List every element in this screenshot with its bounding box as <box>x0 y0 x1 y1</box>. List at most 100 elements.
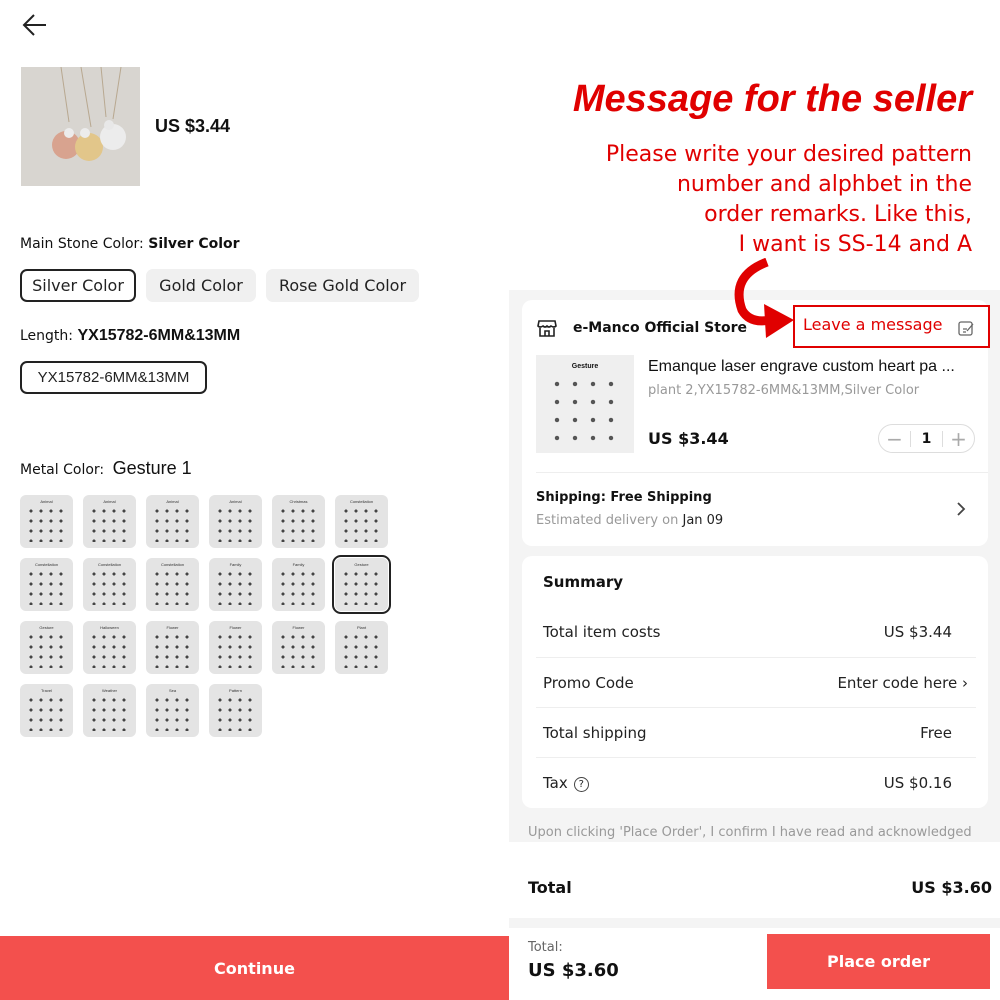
pattern-swatch-icons <box>89 695 130 731</box>
item-title[interactable]: Emanque laser engrave custom heart pa ..… <box>648 358 988 376</box>
pattern-swatch-icons <box>278 632 319 668</box>
length-label: Length: YX15782-6MM&13MM <box>20 327 240 345</box>
pattern-swatch-title: Animal <box>40 499 53 504</box>
pattern-swatch[interactable]: Animal <box>83 495 136 548</box>
pattern-swatch-title: Flower <box>229 625 242 630</box>
item-image-title: Gesture <box>571 363 599 370</box>
pattern-swatch-icons <box>215 632 256 668</box>
quantity-value[interactable]: 1 <box>910 430 943 447</box>
pattern-swatch[interactable]: Animal <box>209 495 262 548</box>
pattern-swatch-icons <box>89 506 130 542</box>
pattern-swatch-icons <box>278 569 319 605</box>
continue-button[interactable]: Continue <box>0 936 509 1000</box>
product-thumbnail <box>21 67 140 186</box>
promo-code-placeholder[interactable]: Enter code here <box>837 674 957 692</box>
pattern-swatch-icons <box>152 632 193 668</box>
chevron-right-icon[interactable] <box>955 500 967 518</box>
pattern-swatch[interactable]: Family <box>209 558 262 611</box>
pattern-swatch[interactable]: Constellation <box>83 558 136 611</box>
pattern-swatch-title: Travel <box>41 688 52 693</box>
pattern-swatch[interactable]: Constellation <box>335 495 388 548</box>
shipping-estimate: Estimated delivery on Jan 09 <box>536 513 723 528</box>
chevron-right-icon[interactable]: › <box>962 674 968 692</box>
pattern-swatch[interactable]: Animal <box>20 495 73 548</box>
pattern-swatch-title: Constellation <box>97 562 122 567</box>
pattern-swatch-title: Weather <box>101 688 118 693</box>
pattern-swatch[interactable]: Christmas <box>272 495 325 548</box>
pattern-swatch[interactable]: Travel <box>20 684 73 737</box>
tax-label: Tax? <box>543 774 589 792</box>
product-price: US $3.44 <box>155 116 231 136</box>
tax-label-text: Tax <box>543 774 568 792</box>
pattern-swatch[interactable]: Gesture <box>20 621 73 674</box>
tax-value: US $0.16 <box>883 774 952 792</box>
place-order-button[interactable]: Place order <box>767 934 990 989</box>
option-rose-gold-color[interactable]: Rose Gold Color <box>266 269 419 302</box>
shipping-estimate-prefix: Estimated delivery on <box>536 513 679 528</box>
pattern-swatch-icons <box>215 695 256 731</box>
pattern-swatch-icons <box>215 506 256 542</box>
shipping-label[interactable]: Shipping: Free Shipping <box>536 490 712 505</box>
edit-icon[interactable] <box>958 320 975 337</box>
option-silver-color[interactable]: Silver Color <box>20 269 136 302</box>
annotation-line: I want is SS-14 and A <box>738 232 972 257</box>
pattern-swatch[interactable]: Family <box>272 558 325 611</box>
annotation-line: Please write your desired pattern <box>605 142 972 167</box>
main-stone-value: Silver Color <box>148 236 240 252</box>
bottom-total-value: US $3.60 <box>528 960 619 981</box>
pattern-swatch[interactable]: Halloween <box>83 621 136 674</box>
pattern-swatch-title: Constellation <box>160 562 185 567</box>
pattern-swatch-title: Constellation <box>34 562 59 567</box>
increase-quantity-button[interactable]: + <box>943 427 974 451</box>
decrease-quantity-button[interactable]: − <box>879 427 910 451</box>
pattern-swatch-title: Sea <box>168 688 177 693</box>
quantity-stepper: − 1 + <box>878 424 975 453</box>
pattern-swatch-title: Pattern <box>229 688 242 693</box>
pattern-swatch[interactable]: Constellation <box>146 558 199 611</box>
pattern-swatch[interactable]: Sea <box>146 684 199 737</box>
total-label: Total <box>528 878 572 897</box>
pattern-swatch-title: Family <box>229 562 242 567</box>
pattern-swatch-title: Gesture <box>39 625 54 630</box>
option-length[interactable]: YX15782-6MM&13MM <box>20 361 207 394</box>
pattern-swatch-icons <box>26 632 67 668</box>
item-price: US $3.44 <box>648 429 729 448</box>
item-image: Gesture <box>536 355 634 453</box>
back-arrow-icon[interactable] <box>22 12 48 38</box>
main-stone-label: Main Stone Color: Silver Color <box>20 236 240 252</box>
pattern-swatch[interactable]: Plant <box>335 621 388 674</box>
pattern-swatch-icons <box>341 632 382 668</box>
divider <box>536 757 976 758</box>
pattern-swatch-title: Halloween <box>100 625 119 630</box>
pattern-swatch-icons <box>215 569 256 605</box>
pattern-swatch[interactable]: Gesture <box>332 555 391 614</box>
length-value: YX15782-6MM&13MM <box>77 327 241 344</box>
pattern-swatch-title: Animal <box>229 499 242 504</box>
annotation-title: Message for the seller <box>572 78 972 120</box>
pattern-swatch-title: Animal <box>103 499 116 504</box>
help-icon[interactable]: ? <box>573 777 589 792</box>
pattern-swatch[interactable]: Weather <box>83 684 136 737</box>
pattern-swatch[interactable]: Flower <box>146 621 199 674</box>
length-label-text: Length: <box>20 328 74 344</box>
item-image-pattern <box>548 375 622 445</box>
store-icon <box>537 320 557 337</box>
pattern-swatch-icons <box>26 569 67 605</box>
pattern-swatch-icons <box>152 506 193 542</box>
metal-color-value: Gesture 1 <box>112 458 192 478</box>
pattern-swatch-icons <box>278 506 319 542</box>
store-name[interactable]: e-Manco Official Store <box>573 320 747 336</box>
pattern-swatch-icons <box>26 506 67 542</box>
red-curved-arrow-icon <box>734 258 794 338</box>
pattern-swatch-title: Family <box>292 562 305 567</box>
pattern-swatch[interactable]: Flower <box>272 621 325 674</box>
leave-message-link[interactable]: Leave a message <box>803 315 942 334</box>
pattern-swatch-title: Plant <box>356 625 367 630</box>
promo-code-input[interactable]: Enter code here › <box>837 674 968 692</box>
pattern-swatch[interactable]: Constellation <box>20 558 73 611</box>
pattern-swatch[interactable]: Flower <box>209 621 262 674</box>
promo-code-label: Promo Code <box>543 674 634 692</box>
option-gold-color[interactable]: Gold Color <box>146 269 256 302</box>
pattern-swatch[interactable]: Pattern <box>209 684 262 737</box>
pattern-swatch[interactable]: Animal <box>146 495 199 548</box>
